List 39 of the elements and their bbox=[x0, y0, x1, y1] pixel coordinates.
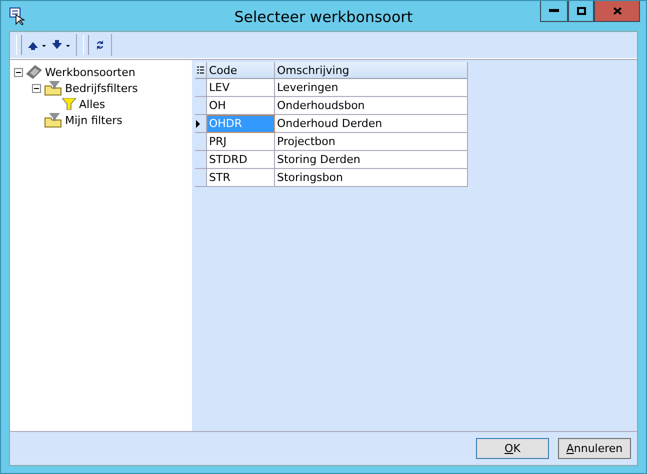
table-cell[interactable]: Onderhoudsbon bbox=[275, 97, 468, 115]
column-header[interactable]: Code bbox=[207, 62, 275, 79]
tree-item[interactable]: Mijn filters bbox=[65, 114, 122, 126]
table-cell[interactable]: Projectbon bbox=[275, 133, 468, 151]
tree-item[interactable]: Werkbonsoorten bbox=[45, 66, 136, 78]
cancel-button[interactable]: Annuleren bbox=[558, 438, 631, 459]
filter-icon bbox=[62, 98, 76, 110]
filter-folder-icon bbox=[44, 80, 62, 96]
filter-folder-icon bbox=[44, 112, 62, 128]
table-cell[interactable]: Leveringen bbox=[275, 79, 468, 97]
table-cell[interactable]: OH bbox=[207, 97, 275, 115]
move-down-button[interactable] bbox=[52, 40, 70, 50]
table-cell[interactable]: LEV bbox=[207, 79, 275, 97]
collapse-toggle[interactable] bbox=[14, 68, 23, 76]
close-button[interactable] bbox=[594, 1, 640, 22]
table-cell[interactable]: STDRD bbox=[207, 151, 275, 169]
table-cell[interactable]: Storing Derden bbox=[275, 151, 468, 169]
column-header[interactable]: Omschrijving bbox=[275, 62, 468, 79]
collapse-toggle[interactable] bbox=[32, 84, 41, 92]
tree-item[interactable]: Bedrijfsfilters bbox=[65, 82, 138, 94]
row-header[interactable] bbox=[195, 115, 207, 133]
app-icon bbox=[9, 7, 25, 25]
maximize-icon bbox=[576, 7, 586, 15]
ok-button[interactable]: OK bbox=[476, 438, 549, 459]
column-chooser-icon[interactable] bbox=[195, 62, 207, 79]
refresh-icon[interactable] bbox=[95, 39, 105, 51]
table-cell[interactable]: Onderhoud Derden bbox=[275, 115, 468, 133]
close-icon bbox=[612, 7, 622, 15]
minimize-icon bbox=[549, 9, 559, 13]
row-pointer-icon bbox=[195, 118, 201, 128]
table-cell[interactable]: Storingsbon bbox=[275, 169, 468, 187]
table-cell[interactable]: PRJ bbox=[207, 133, 275, 151]
move-up-button[interactable] bbox=[28, 40, 46, 50]
device-icon bbox=[26, 65, 42, 79]
table-cell[interactable]: STR bbox=[207, 169, 275, 187]
tree-item[interactable]: Alles bbox=[79, 98, 106, 110]
minimize-button[interactable] bbox=[540, 1, 568, 22]
window-title: Selecteer werkbonsoort bbox=[233, 8, 414, 26]
maximize-button[interactable] bbox=[568, 1, 594, 22]
